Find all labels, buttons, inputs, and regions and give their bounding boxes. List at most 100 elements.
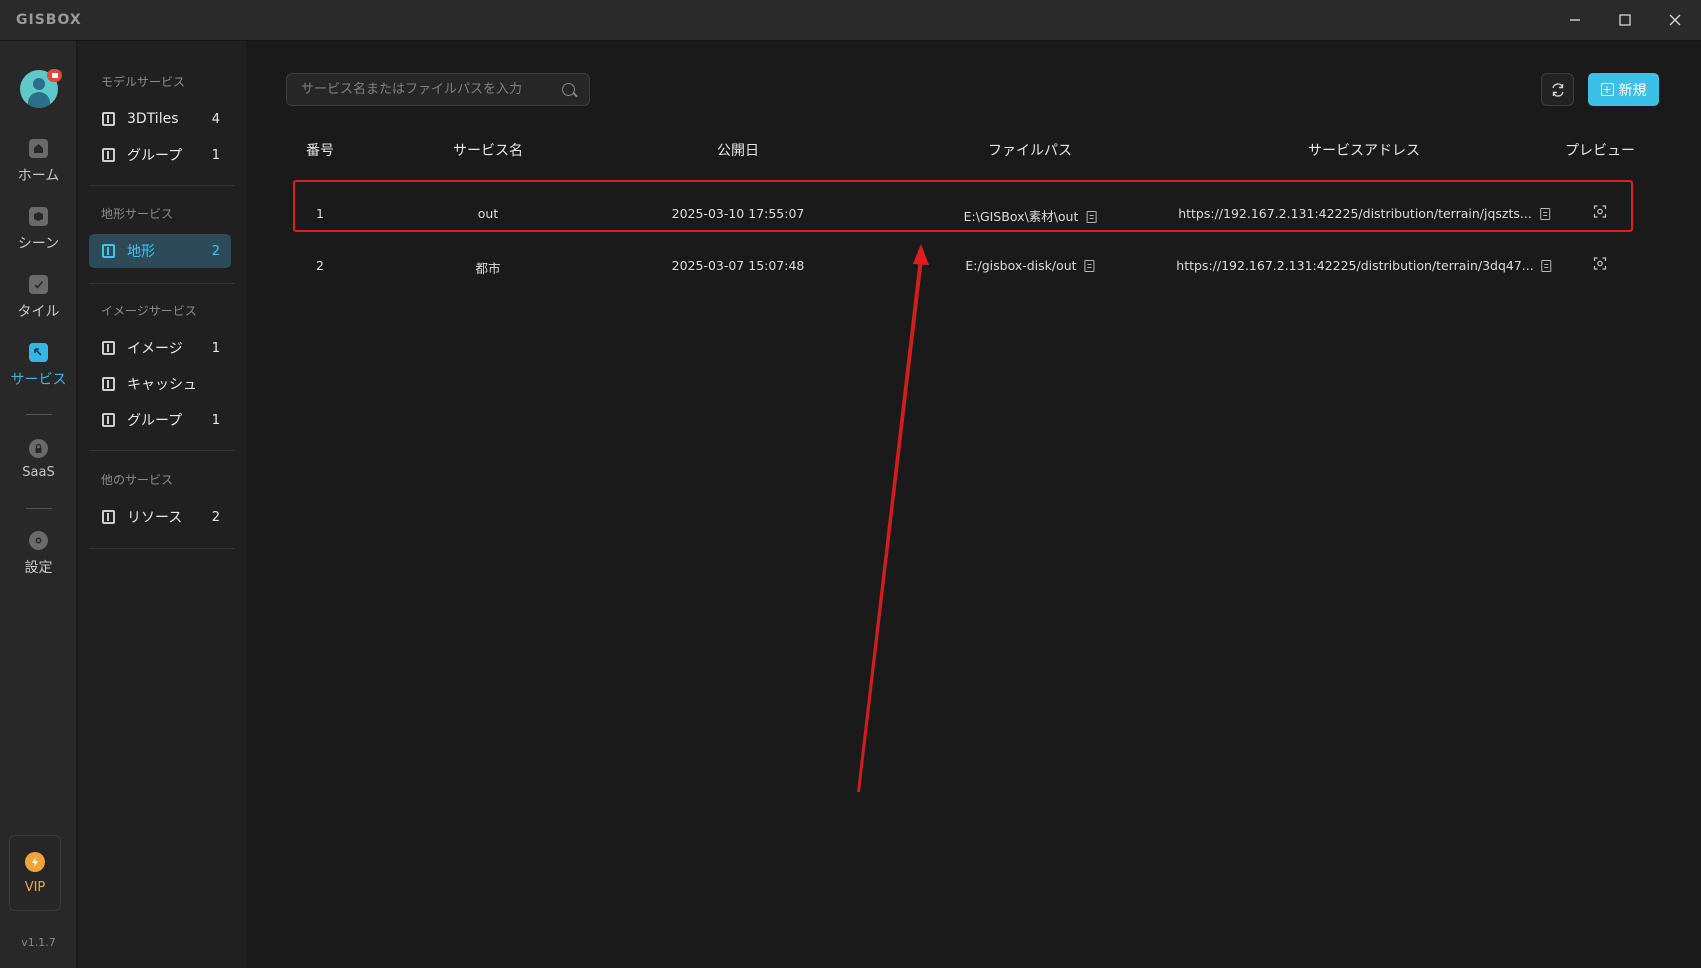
subnav-item-cache[interactable]: キャッシュ (89, 367, 231, 401)
section-title-terrain: 地形サービス (101, 207, 174, 221)
cell-path: E:/gisbox-disk/out (965, 258, 1095, 273)
new-button[interactable]: + 新規 (1588, 73, 1659, 106)
cell-date: 2025-03-10 17:55:07 (671, 206, 805, 221)
subnav-item-count: 1 (211, 412, 220, 428)
search-input[interactable] (301, 74, 551, 105)
table-row[interactable]: 2 都市 2025-03-07 15:07:48 E:/gisbox-disk/… (292, 241, 1607, 291)
service-address-text: https://192.167.2.131:42225/distribution… (1176, 258, 1534, 273)
cell-path: E:\GISBox\素材\out (964, 206, 1097, 225)
left-rail: ホーム シーン タイル サービス SaaS 設定 VIP v1.1.7 (0, 41, 77, 968)
service-subnav: モデルサービス 3DTiles 4 グループ 1 地形サービス 地形 2 イメー… (78, 41, 246, 968)
table-row[interactable]: 1 out 2025-03-10 17:55:07 E:\GISBox\素材\o… (292, 189, 1607, 239)
minimize-button[interactable] (1562, 8, 1588, 32)
cell-address: https://192.167.2.131:42225/distribution… (1178, 206, 1550, 221)
section-title-model: モデルサービス (101, 75, 186, 89)
cell-name: out (477, 206, 499, 221)
app-logo: GISBOX (16, 12, 82, 28)
subnav-item-label: キャッシュ (127, 377, 197, 393)
column-header-name: サービス名 (453, 143, 523, 159)
close-icon (1669, 14, 1681, 26)
subnav-item-resource[interactable]: リソース 2 (89, 500, 231, 534)
subnav-divider (89, 283, 235, 284)
subnav-item-3dtiles[interactable]: 3DTiles 4 (89, 102, 231, 136)
file-path-text: E:/gisbox-disk/out (965, 258, 1077, 273)
group-icon (102, 413, 115, 427)
maximize-button[interactable] (1612, 8, 1638, 32)
column-header-date: 公開日 (717, 143, 759, 159)
preview-icon[interactable] (1593, 205, 1607, 218)
rail-item-service[interactable]: サービス (0, 343, 77, 403)
saas-icon (29, 439, 48, 458)
column-header-address: サービスアドレス (1308, 143, 1420, 159)
rail-divider (26, 508, 52, 509)
copy-icon[interactable] (1539, 208, 1550, 220)
minimize-icon (1570, 19, 1580, 21)
subnav-divider (89, 185, 235, 186)
subnav-item-image[interactable]: イメージ 1 (89, 331, 231, 365)
rail-item-home[interactable]: ホーム (0, 139, 77, 199)
subnav-item-label: グループ (127, 148, 183, 164)
rail-label: タイル (17, 304, 60, 320)
cell-name: 都市 (475, 261, 501, 276)
rail-label: シーン (17, 236, 60, 252)
service-icon (29, 343, 48, 362)
close-button[interactable] (1662, 8, 1688, 32)
subnav-item-label: イメージ (127, 341, 183, 357)
subnav-item-terrain[interactable]: 地形 2 (89, 234, 231, 268)
subnav-item-count: 2 (211, 243, 220, 259)
cell-number: 1 (316, 206, 324, 221)
column-header-path: ファイルパス (988, 143, 1072, 159)
rail-divider (26, 414, 52, 415)
scene-icon (29, 207, 48, 226)
tile-icon (29, 275, 48, 294)
group-icon (102, 148, 115, 162)
subnav-item-count: 4 (211, 111, 220, 127)
vip-label: VIP (24, 880, 46, 895)
notification-badge-icon[interactable] (47, 69, 62, 82)
new-button-label: 新規 (1618, 82, 1647, 99)
tiles-icon (102, 112, 115, 126)
column-header-number: 番号 (306, 143, 334, 159)
file-icon[interactable] (1084, 260, 1095, 272)
subnav-divider (89, 450, 235, 451)
lightning-icon (25, 852, 45, 872)
cache-icon (102, 377, 115, 391)
rail-item-tile[interactable]: タイル (0, 275, 77, 335)
main-panel: + 新規 番号 サービス名 公開日 ファイルパス サービスアドレス プレビュー … (246, 41, 1701, 968)
home-icon (29, 139, 48, 158)
subnav-item-count: 2 (211, 509, 220, 525)
subnav-item-label: 3DTiles (127, 111, 179, 127)
search-box (286, 73, 590, 106)
rail-label: SaaS (22, 465, 55, 480)
plus-icon: + (1600, 83, 1614, 96)
rail-item-scene[interactable]: シーン (0, 207, 77, 267)
subnav-item-label: グループ (127, 413, 183, 429)
file-icon[interactable] (1086, 211, 1097, 223)
cell-address: https://192.167.2.131:42225/distribution… (1176, 258, 1552, 273)
section-title-image: イメージサービス (101, 304, 197, 318)
subnav-item-model-group[interactable]: グループ 1 (89, 138, 231, 172)
preview-icon[interactable] (1593, 257, 1607, 270)
column-header-preview: プレビュー (1565, 143, 1635, 159)
settings-icon (29, 531, 48, 550)
subnav-item-image-group[interactable]: グループ 1 (89, 403, 231, 437)
subnav-item-label: リソース (127, 510, 183, 526)
search-icon[interactable] (562, 83, 575, 96)
version-label: v1.1.7 (21, 936, 56, 949)
maximize-icon (1619, 14, 1631, 26)
rail-label: ホーム (17, 168, 60, 184)
subnav-item-label: 地形 (127, 244, 155, 260)
subnav-item-count: 1 (211, 147, 220, 163)
service-address-text: https://192.167.2.131:42225/distribution… (1178, 206, 1532, 221)
vip-button[interactable]: VIP (9, 835, 61, 911)
subnav-divider (89, 548, 235, 549)
refresh-icon (1551, 82, 1564, 97)
image-icon (102, 341, 115, 355)
copy-icon[interactable] (1541, 260, 1552, 272)
cell-date: 2025-03-07 15:07:48 (671, 258, 805, 273)
rail-item-settings[interactable]: 設定 (0, 531, 77, 591)
rail-item-saas[interactable]: SaaS (0, 439, 77, 499)
subnav-item-count: 1 (211, 340, 220, 356)
refresh-button[interactable] (1541, 73, 1574, 106)
title-bar: GISBOX (0, 0, 1701, 41)
